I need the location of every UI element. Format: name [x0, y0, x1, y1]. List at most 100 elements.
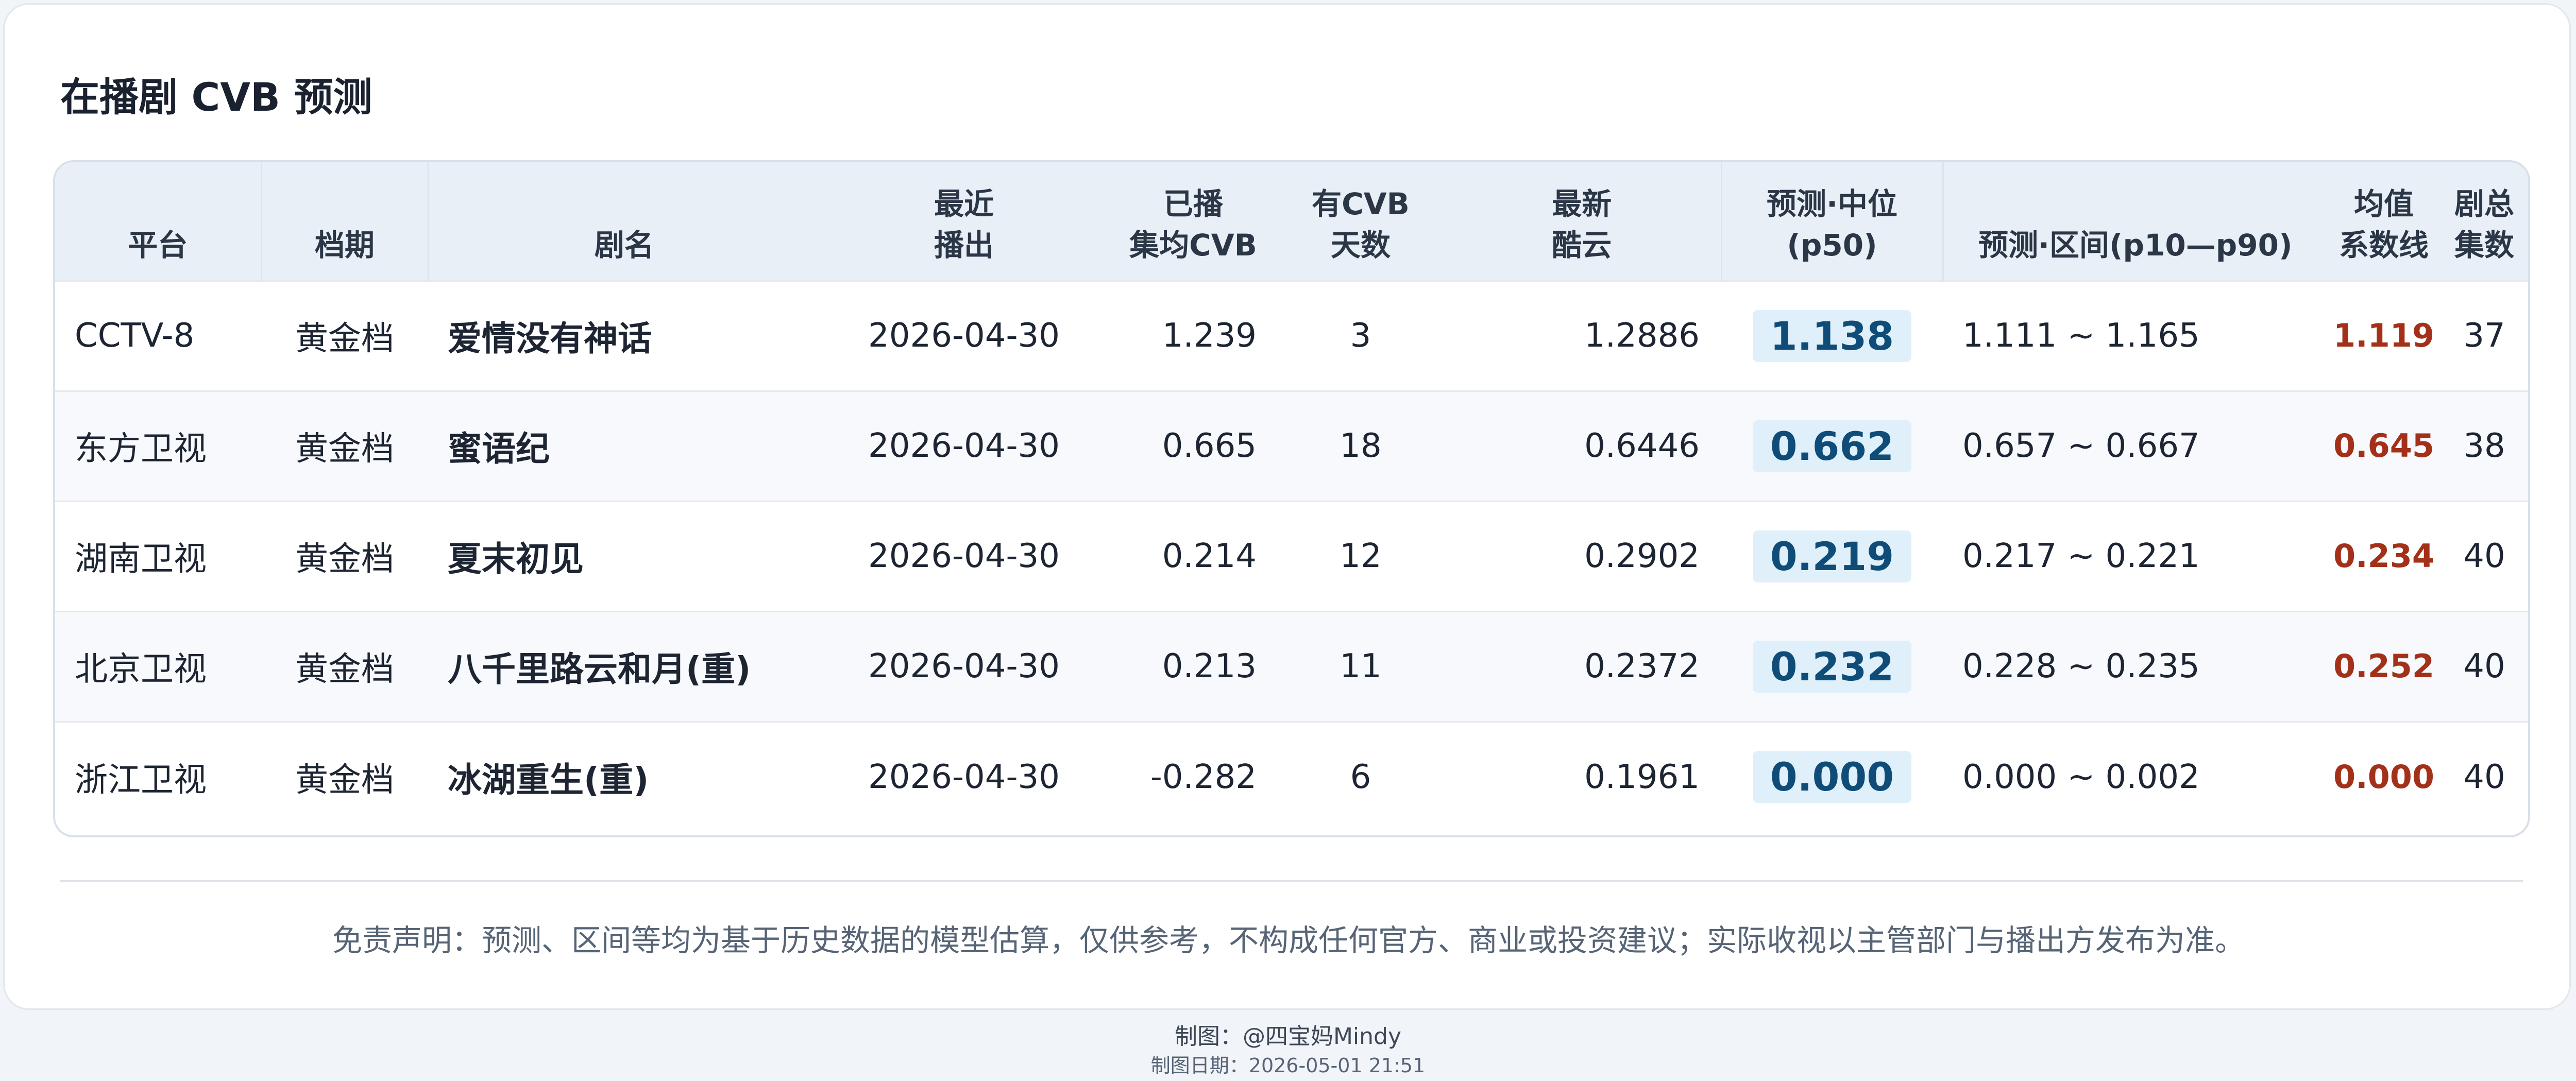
slot-cell: 黄金档 — [295, 540, 394, 578]
page-title: 在播剧 CVB 预测 — [60, 74, 372, 120]
platform-cell: 湖南卫视 — [75, 540, 207, 578]
p50-value: 0.662 — [1752, 420, 1912, 472]
p50-value: 1.138 — [1752, 310, 1912, 362]
episodes-cell: 40 — [2463, 537, 2505, 575]
table-row: 湖南卫视 黄金档 夏末初见 2026-04-30 0.214 12 0.2902 0.219 0… — [55, 501, 2528, 611]
mean-line-value: 0.000 — [2333, 758, 2435, 796]
slot-cell: 黄金档 — [295, 320, 394, 358]
p50-value: 0.219 — [1752, 530, 1912, 582]
column-header-p50: 预测·中位 (p50) — [1721, 162, 1944, 281]
last-aired-cell: 2026-04-30 — [868, 317, 1060, 355]
column-header-line1: 有CVB — [1312, 186, 1410, 221]
column-header-line1 — [60, 183, 256, 225]
forecast-card: 在播剧 CVB 预测 平台 档期 剧名 最近 播出 已播 集均CVB 有CVB 天数 最新 酷云… — [3, 3, 2571, 1010]
footer-date: 制图日期：2026-05-01 21:51 — [1150, 1054, 1426, 1077]
show-name-value: 夏末初见 — [448, 539, 584, 579]
last-aired-cell: 2026-04-30 — [868, 427, 1060, 465]
table-body: CCTV-8 黄金档 爱情没有神话 2026-04-30 1.239 3 1.2886 1.1… — [55, 281, 2528, 832]
cvb-days-cell: 11 — [1340, 647, 1382, 685]
column-header-platform: 平台 — [55, 162, 262, 281]
p50-cell: 0.232 — [1721, 611, 1943, 722]
last-aired-cell: 2026-04-30 — [868, 647, 1060, 685]
column-header-line1 — [267, 183, 422, 225]
forecast-table: 平台 档期 剧名 最近 播出 已播 集均CVB 有CVB 天数 最新 酷云 预测·中位 (p50) … — [55, 162, 2528, 832]
column-header-cvb-days: 有CVB 天数 — [1278, 162, 1443, 281]
column-header-line2: 预测·区间(p10—p90) — [1978, 227, 2293, 263]
mean-line-cell: 0.234 — [2327, 501, 2441, 611]
column-header-line2: 集数 — [2454, 227, 2514, 263]
disclaimer-text: 免责声明：预测、区间等均为基于历史数据的模型估算，仅供参考，不构成任何官方、商业… — [332, 923, 2245, 958]
mean-line-value: 0.234 — [2333, 537, 2435, 575]
cvb-days-cell: 12 — [1340, 537, 1382, 575]
show-name-cell: 冰湖重生(重) — [428, 722, 820, 832]
kuyun-cell: 1.2886 — [1584, 317, 1700, 355]
footer-author: 制图：@四宝妈Mindy — [1174, 1023, 1402, 1050]
avg-cvb-cell: 1.239 — [1162, 317, 1257, 355]
table-row: 浙江卫视 黄金档 冰湖重生(重) 2026-04-30 -0.282 6 0.1961 0.0… — [55, 722, 2528, 832]
range-cell: 0.217 ~ 0.221 — [1962, 537, 2200, 575]
last-aired-cell: 2026-04-30 — [868, 758, 1060, 796]
cvb-days-cell: 18 — [1340, 427, 1382, 465]
table-row: 北京卫视 黄金档 八千里路云和月(重) 2026-04-30 0.213 11 0.2372… — [55, 611, 2528, 722]
column-header-line2: 档期 — [314, 227, 375, 263]
show-name-cell: 爱情没有神话 — [428, 281, 820, 391]
mean-line-cell: 1.119 — [2327, 281, 2441, 391]
kuyun-cell: 0.2902 — [1584, 537, 1700, 575]
show-name-cell: 八千里路云和月(重) — [428, 611, 820, 722]
column-header-line1: 剧总 — [2454, 186, 2514, 221]
column-header-line1 — [1949, 183, 2323, 225]
column-header-range: 预测·区间(p10—p90) — [1943, 162, 2327, 281]
kuyun-cell: 0.2372 — [1584, 647, 1700, 685]
column-header-line1: 已播 — [1163, 186, 1223, 221]
mean-line-cell: 0.000 — [2327, 722, 2441, 832]
table-row: 东方卫视 黄金档 蜜语纪 2026-04-30 0.665 18 0.6446 0.662 0.… — [55, 391, 2528, 501]
column-header-mean-line: 均值 系数线 — [2327, 162, 2441, 281]
mean-line-value: 0.645 — [2333, 427, 2435, 465]
platform-cell: 东方卫视 — [75, 430, 207, 468]
slot-cell: 黄金档 — [295, 761, 394, 799]
column-header-line1: 预测·中位 — [1766, 186, 1898, 221]
avg-cvb-cell: 0.665 — [1162, 427, 1257, 465]
p50-cell: 0.219 — [1721, 501, 1943, 611]
episodes-cell: 38 — [2463, 427, 2505, 465]
platform-cell: 北京卫视 — [75, 650, 207, 689]
column-header-line2: 剧名 — [594, 227, 654, 263]
show-name-cell: 蜜语纪 — [428, 391, 820, 501]
column-header-line2: 系数线 — [2338, 227, 2429, 263]
kuyun-cell: 0.1961 — [1584, 758, 1700, 796]
column-header-avg-cvb: 已播 集均CVB — [1108, 162, 1278, 281]
column-header-last-aired: 最近 播出 — [820, 162, 1108, 281]
show-name-value: 爱情没有神话 — [448, 319, 652, 358]
column-header-line2: 天数 — [1330, 227, 1391, 263]
platform-cell: 浙江卫视 — [75, 761, 207, 799]
range-cell: 0.228 ~ 0.235 — [1962, 647, 2200, 685]
avg-cvb-cell: 0.214 — [1162, 537, 1257, 575]
range-cell: 0.000 ~ 0.002 — [1962, 758, 2200, 796]
table-header-row: 平台 档期 剧名 最近 播出 已播 集均CVB 有CVB 天数 最新 酷云 预测·中位 (p50) … — [55, 162, 2528, 281]
p50-value: 0.000 — [1752, 751, 1912, 803]
p50-cell: 1.138 — [1721, 281, 1943, 391]
episodes-cell: 37 — [2463, 317, 2505, 355]
p50-value: 0.232 — [1752, 640, 1912, 693]
cvb-days-cell: 6 — [1350, 758, 1371, 796]
show-name-cell: 夏末初见 — [428, 501, 820, 611]
show-name-value: 冰湖重生(重) — [448, 760, 649, 800]
slot-cell: 黄金档 — [295, 650, 394, 689]
cvb-days-cell: 3 — [1350, 317, 1371, 355]
column-header-line2: 平台 — [128, 227, 188, 263]
platform-cell: CCTV-8 — [75, 317, 195, 355]
p50-cell: 0.000 — [1721, 722, 1943, 832]
avg-cvb-cell: -0.282 — [1150, 758, 1257, 796]
column-header-kuyun: 最新 酷云 — [1443, 162, 1722, 281]
column-header-line1 — [434, 183, 815, 225]
column-header-show: 剧名 — [428, 162, 820, 281]
divider — [60, 880, 2523, 882]
table-row: CCTV-8 黄金档 爱情没有神话 2026-04-30 1.239 3 1.2886 1.1… — [55, 281, 2528, 391]
column-header-line2: (p50) — [1787, 227, 1877, 263]
p50-cell: 0.662 — [1721, 391, 1943, 501]
mean-line-cell: 0.645 — [2327, 391, 2441, 501]
column-header-line2: 播出 — [934, 227, 994, 263]
last-aired-cell: 2026-04-30 — [868, 537, 1060, 575]
mean-line-cell: 0.252 — [2327, 611, 2441, 722]
episodes-cell: 40 — [2463, 647, 2505, 685]
